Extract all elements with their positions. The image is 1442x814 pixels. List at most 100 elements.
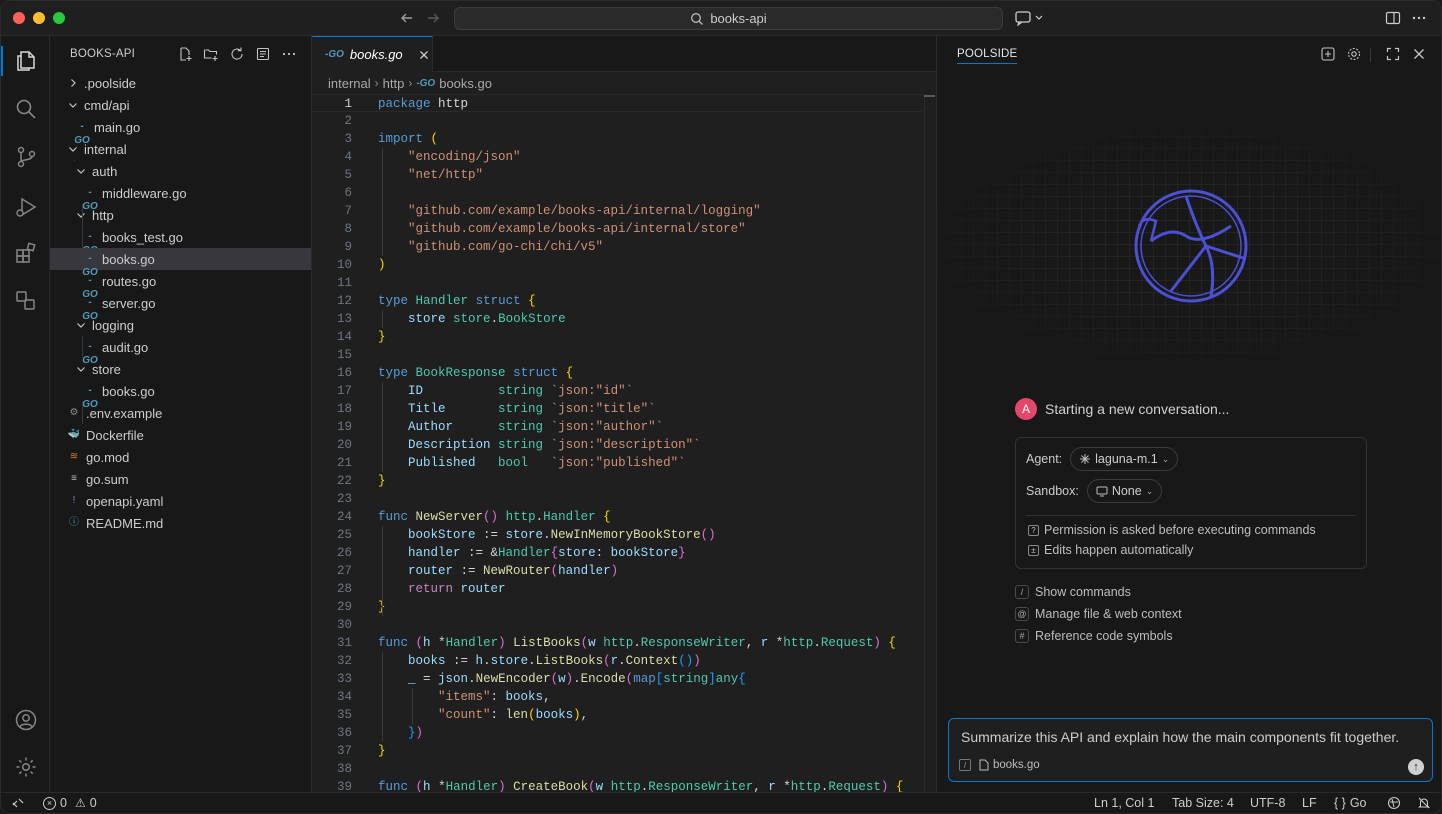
breadcrumb-item-http[interactable]: http: [383, 76, 405, 91]
tree-item[interactable]: logging: [50, 314, 311, 336]
permission-text: Permission is asked before executing com…: [1044, 523, 1316, 537]
source-control-icon[interactable]: [13, 144, 39, 170]
context-file-chip[interactable]: books.go: [979, 759, 1040, 771]
scrollbar-track[interactable]: [924, 94, 925, 792]
panel-settings-icon[interactable]: [1346, 46, 1362, 62]
tree-item[interactable]: ≡ go.sum: [50, 468, 311, 490]
attach-icon[interactable]: /: [959, 759, 971, 771]
hint-show-commands[interactable]: / Show commands: [1015, 585, 1131, 599]
tree-item[interactable]: http: [50, 204, 311, 226]
search-view-icon[interactable]: [13, 96, 39, 122]
editor-area: -GO books.go internal › http › -GO books…: [312, 36, 936, 792]
go-file-icon: -GO: [82, 385, 98, 410]
indent-guide: [382, 382, 383, 472]
tree-item[interactable]: ! openapi.yaml: [50, 490, 311, 512]
status-bar: × 0 ⚠ 0 Ln 1, Col 1 Tab Size: 4 UTF-8 LF…: [1, 792, 1441, 813]
end-of-line[interactable]: LF: [1302, 796, 1317, 810]
breadcrumb-item-file[interactable]: books.go: [439, 76, 492, 91]
extensions-icon[interactable]: [13, 240, 39, 266]
sandbox-select[interactable]: None ⌄: [1086, 479, 1163, 503]
code-line: 12 type Handler struct {: [312, 292, 922, 310]
tab-books-go[interactable]: -GO books.go: [312, 36, 433, 72]
hint-reference-symbols[interactable]: # Reference code symbols: [1015, 629, 1173, 643]
send-arrow-icon[interactable]: ↑: [1408, 759, 1424, 775]
tab-size[interactable]: Tab Size: 4: [1172, 796, 1234, 810]
tree-item[interactable]: ⚙ .env.example: [50, 402, 311, 424]
cursor-position[interactable]: Ln 1, Col 1: [1094, 796, 1154, 810]
tree-item[interactable]: -GO main.go: [50, 116, 311, 147]
tree-item[interactable]: -GO books.go: [50, 380, 311, 411]
tree-item-label: internal: [84, 141, 127, 157]
tree-item[interactable]: -GO audit.go: [50, 336, 311, 367]
conversation-settings-box: Agent: laguna-m.1 ⌄ Sandbox: None ⌄ ? Pe…: [1015, 437, 1367, 569]
panel-title[interactable]: POOLSIDE: [957, 48, 1018, 64]
new-file-icon[interactable]: [177, 46, 193, 62]
new-chat-icon[interactable]: [1320, 46, 1336, 62]
code-text: type Handler struct {: [378, 294, 536, 308]
breadcrumb-item-internal[interactable]: internal: [328, 76, 371, 91]
go-file-icon: -GO: [82, 297, 98, 322]
explorer-icon[interactable]: [13, 48, 39, 74]
chat-input-text[interactable]: Summarize this API and explain how the m…: [961, 729, 1399, 745]
tree-item[interactable]: cmd/api: [50, 94, 311, 116]
toggle-panel-layout-icon[interactable]: [1385, 10, 1401, 26]
poolside-icon[interactable]: [13, 288, 39, 314]
maximize-window-button[interactable]: [53, 12, 65, 24]
account-icon[interactable]: [13, 707, 39, 733]
collapse-all-icon[interactable]: [255, 46, 271, 62]
agent-select[interactable]: laguna-m.1 ⌄: [1070, 447, 1179, 471]
tree-item[interactable]: ≋ go.mod: [50, 446, 311, 468]
hint-label: Manage file & web context: [1035, 607, 1182, 621]
copilot-chat-icon[interactable]: [1015, 10, 1045, 27]
code-text: Title string `json:"title"`: [408, 402, 656, 416]
tree-item[interactable]: -GO routes.go: [50, 270, 311, 301]
close-window-button[interactable]: [13, 12, 25, 24]
chevron-down-icon: [74, 208, 88, 222]
tree-item[interactable]: ⓘ README.md: [50, 512, 311, 534]
tree-item-label: main.go: [94, 119, 141, 135]
maximize-panel-icon[interactable]: [1385, 46, 1401, 62]
editor-tabs: -GO books.go: [312, 36, 936, 72]
line-number: 24: [336, 510, 352, 524]
tree-item[interactable]: auth: [50, 160, 311, 182]
file-encoding[interactable]: UTF-8: [1250, 796, 1285, 810]
tree-item[interactable]: -GO books.go: [50, 248, 311, 278]
notifications-bell-icon[interactable]: [1417, 796, 1431, 810]
code-text: store store.BookStore: [408, 312, 566, 326]
chat-input[interactable]: Summarize this API and explain how the m…: [948, 718, 1433, 782]
minimize-window-button[interactable]: [33, 12, 45, 24]
back-arrow-icon[interactable]: [398, 9, 416, 27]
line-number: 20: [336, 438, 352, 452]
tree-item[interactable]: -GO middleware.go: [50, 182, 311, 213]
code-line: 22}: [312, 472, 922, 490]
tree-item[interactable]: store: [50, 358, 311, 380]
line-number: 39: [336, 780, 352, 792]
settings-gear-icon[interactable]: [13, 754, 39, 780]
remote-icon[interactable]: [11, 796, 25, 810]
tree-item[interactable]: -GO server.go: [50, 292, 311, 323]
new-folder-icon[interactable]: [203, 46, 219, 62]
tree-item[interactable]: internal: [50, 138, 311, 160]
explorer-more-icon[interactable]: [281, 46, 297, 62]
problems-indicator[interactable]: × 0 ⚠ 0: [43, 796, 97, 810]
code-editor[interactable]: 1 package http 2 3 import (4 "encoding/json"…: [312, 94, 936, 792]
run-debug-icon[interactable]: [13, 194, 39, 220]
lines-icon: ≡: [71, 473, 77, 484]
more-actions-icon[interactable]: [1411, 10, 1427, 26]
command-center-search[interactable]: books-api: [454, 7, 1003, 30]
tree-item[interactable]: .poolside: [50, 72, 311, 94]
language-mode[interactable]: { } Go: [1334, 796, 1367, 810]
tree-item[interactable]: -GObooks_test.go: [50, 226, 311, 257]
copilot-status-icon[interactable]: [1387, 796, 1401, 810]
info-icon: ⓘ: [69, 517, 79, 528]
hint-manage-context[interactable]: @ Manage file & web context: [1015, 607, 1182, 621]
code-text: handler := &Handler{store: bookStore}: [408, 546, 686, 560]
tree-item[interactable]: 🐳 Dockerfile: [50, 424, 311, 446]
close-panel-icon[interactable]: [1411, 46, 1427, 62]
line-number: 31: [336, 636, 352, 650]
refresh-icon[interactable]: [229, 46, 245, 62]
line-number: 19: [336, 420, 352, 434]
forward-arrow-icon[interactable]: [424, 9, 442, 27]
tab-close-icon[interactable]: [417, 48, 431, 62]
docker-icon: 🐳: [67, 429, 81, 440]
